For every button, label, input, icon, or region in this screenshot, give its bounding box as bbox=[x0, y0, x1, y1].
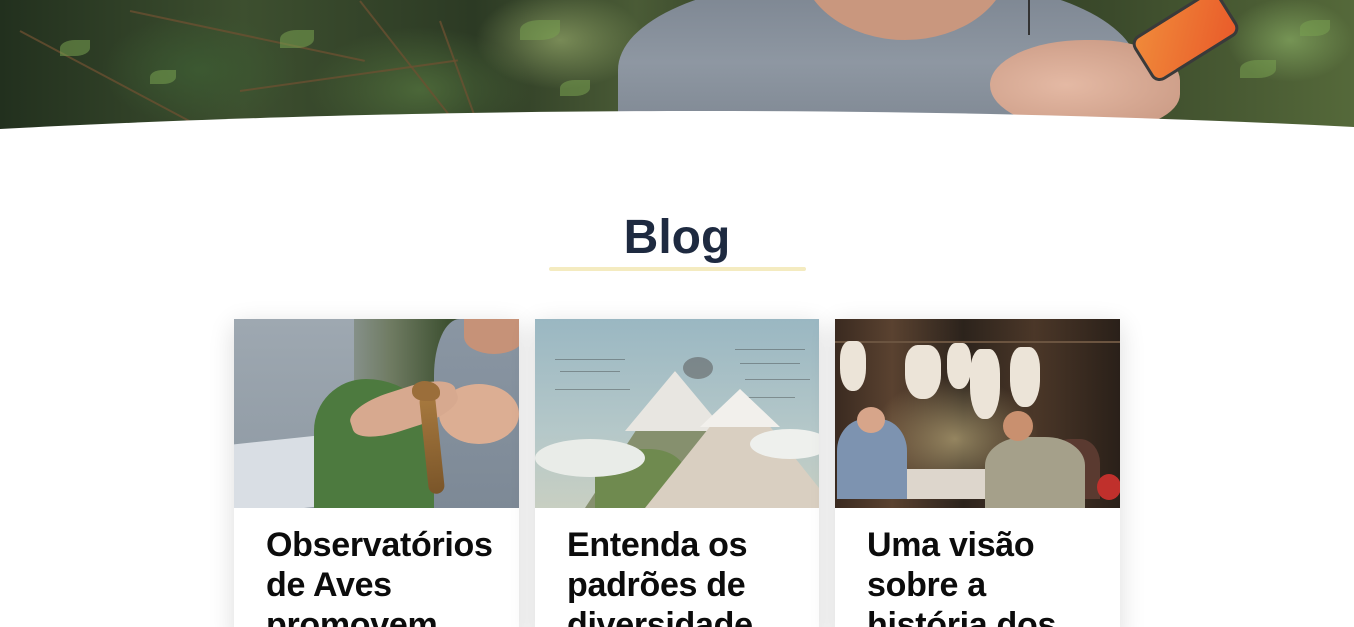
blog-card[interactable]: Entenda os padrões de diversidade bbox=[535, 319, 819, 627]
blog-card[interactable]: Uma visão sobre a história dos bbox=[835, 319, 1120, 627]
hero-wave-divider bbox=[0, 110, 1354, 145]
page: Blog Observatórios de Aves promovem Ente… bbox=[0, 0, 1354, 627]
blog-card[interactable]: Observatórios de Aves promovem bbox=[234, 319, 519, 627]
blog-card-title[interactable]: Entenda os padrões de diversidade bbox=[567, 525, 807, 627]
section-title: Blog bbox=[623, 211, 731, 264]
hero-image bbox=[0, 0, 1354, 145]
blog-card-title[interactable]: Uma visão sobre a história dos bbox=[867, 525, 1107, 627]
blog-card-image[interactable] bbox=[234, 319, 519, 508]
blog-card-image[interactable] bbox=[535, 319, 819, 508]
blog-card-image[interactable] bbox=[835, 319, 1120, 508]
section-title-underline bbox=[549, 267, 806, 271]
blog-card-title[interactable]: Observatórios de Aves promovem bbox=[266, 525, 506, 627]
